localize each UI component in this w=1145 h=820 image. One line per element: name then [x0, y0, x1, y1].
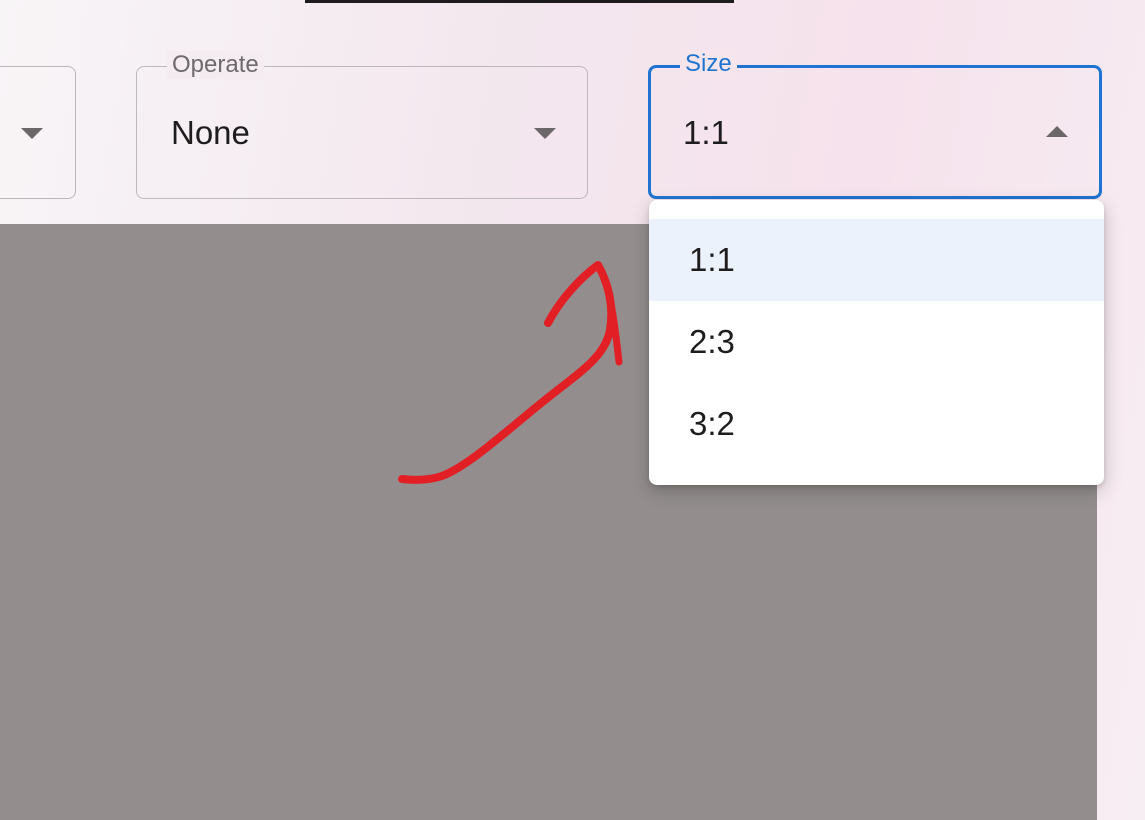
size-select-field[interactable]: Size 1:1 — [648, 50, 1102, 199]
chevron-down-icon[interactable] — [21, 128, 43, 139]
size-value: 1:1 — [683, 114, 729, 151]
left-select-field[interactable] — [0, 66, 76, 199]
chevron-down-icon[interactable] — [534, 128, 556, 139]
chevron-up-icon[interactable] — [1046, 126, 1068, 137]
size-option-1-1[interactable]: 1:1 — [649, 219, 1104, 301]
size-label: Size — [680, 50, 737, 78]
size-option-3-2[interactable]: 3:2 — [649, 383, 1104, 465]
top-bar-divider — [305, 0, 734, 3]
size-options-menu: 1:1 2:3 3:2 — [649, 200, 1104, 485]
operate-label: Operate — [167, 51, 264, 79]
operate-select-field[interactable]: Operate None — [136, 51, 588, 199]
operate-value: None — [171, 114, 250, 151]
size-option-2-3[interactable]: 2:3 — [649, 301, 1104, 383]
